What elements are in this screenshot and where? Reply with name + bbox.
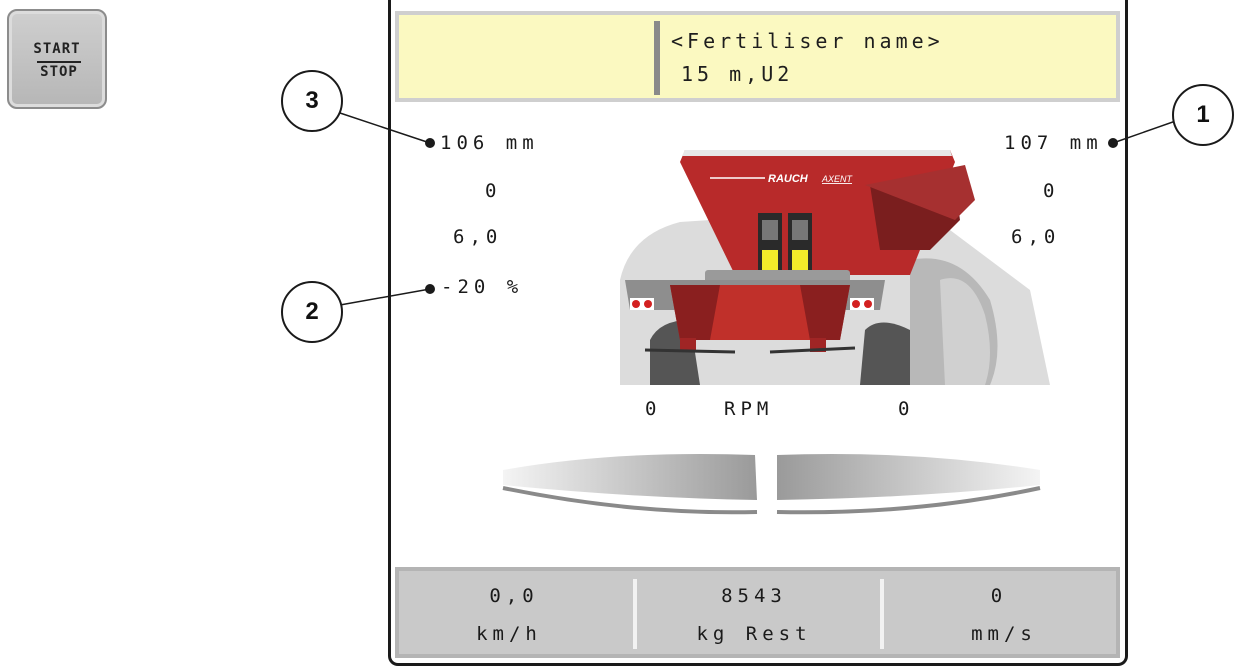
speed-unit: km/h [476, 623, 542, 645]
speed-value: 0,0 [489, 585, 539, 607]
spreader-illustration: RAUCH AXENT [620, 150, 1050, 385]
model-logo: AXENT [821, 174, 854, 184]
rpm-right: 0 [898, 398, 915, 420]
rpm-label: RPM [724, 398, 774, 420]
spread-pattern-left [503, 454, 757, 500]
quantity-change: -20 % [441, 276, 524, 298]
callout-3: 3 [281, 70, 343, 132]
footer-divider-2 [880, 579, 884, 649]
footer-divider-1 [633, 579, 637, 649]
spread-pattern-right [777, 454, 1040, 500]
left-value-3: 6,0 [453, 226, 503, 248]
flow-unit: mm/s [971, 623, 1037, 645]
rpm-left: 0 [645, 398, 662, 420]
callout-1: 1 [1172, 84, 1234, 146]
flow-value: 0 [990, 585, 1008, 607]
rest-value: 8543 [721, 585, 787, 607]
left-value-2: 0 [485, 180, 502, 202]
footer-bar: 0,0 km/h 8543 kg Rest 0 mm/s [395, 567, 1120, 658]
spread-pattern [502, 454, 1041, 515]
rest-unit: kg Rest [696, 623, 812, 645]
left-opening: 106 mm [440, 132, 539, 154]
callout-2: 2 [281, 281, 343, 343]
brand-logo: RAUCH [768, 173, 809, 185]
